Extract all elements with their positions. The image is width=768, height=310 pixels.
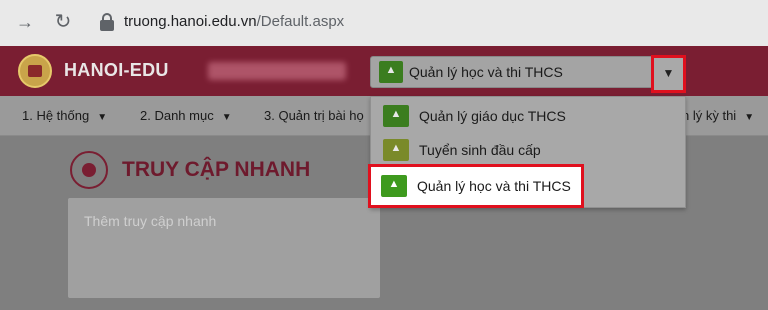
menu-item-quan-tri-bai-hoc[interactable]: 3. Quản trị bài họ: [264, 108, 364, 123]
menu-item-danh-muc[interactable]: 2. Danh mục ▼: [140, 108, 232, 123]
browser-toolbar: → ↻ truong.hanoi.edu.vn/Default.aspx: [0, 0, 768, 46]
lock-icon[interactable]: [100, 13, 114, 31]
caret-down-icon: ▼: [97, 112, 108, 123]
menu-item-quan-ly-ky-thi[interactable]: n lý kỳ thi ▼: [682, 108, 754, 123]
quick-access-icon: [70, 151, 108, 189]
url-path: /Default.aspx: [256, 13, 345, 30]
graduation-cap-icon: [383, 105, 409, 127]
reload-icon[interactable]: ↻: [52, 11, 74, 33]
graduation-cap-icon: [383, 139, 409, 161]
dropdown-option-tuyen-sinh[interactable]: Tuyển sinh đầu cấp: [371, 133, 685, 167]
caret-down-icon: ▼: [744, 112, 755, 123]
graduation-cap-icon: ▲: [379, 61, 403, 83]
forward-arrow-icon[interactable]: →: [14, 11, 36, 33]
module-dropdown-toggle-button[interactable]: ▼: [651, 55, 686, 93]
graduation-cap-icon: [381, 175, 407, 197]
dropdown-option-quan-ly-hoc-va-thi[interactable]: Quản lý học và thi THCS: [368, 164, 584, 208]
quick-access-title: TRUY CẬP NHANH: [122, 158, 311, 181]
redacted-school-name: [208, 62, 346, 80]
menu-item-he-thong[interactable]: 1. Hệ thống ▼: [22, 108, 107, 123]
url-domain: truong.hanoi.edu.vn: [124, 13, 257, 30]
dropdown-option-quan-ly-giao-duc[interactable]: Quản lý giáo dục THCS: [371, 99, 685, 133]
caret-down-icon: ▼: [221, 112, 232, 123]
module-select[interactable]: ▲ Quản lý học và thi THCS: [370, 56, 684, 88]
add-quick-access-placeholder[interactable]: Thêm truy cập nhanh: [84, 213, 216, 229]
module-select-value: Quản lý học và thi THCS: [409, 64, 563, 80]
caret-down-icon: ▼: [662, 66, 675, 80]
quick-access-panel[interactable]: Thêm truy cập nhanh: [68, 198, 380, 298]
address-bar-url[interactable]: truong.hanoi.edu.vn/Default.aspx: [124, 13, 344, 30]
brand-title[interactable]: HANOI-EDU: [64, 60, 169, 81]
hanoi-edu-logo-icon[interactable]: [18, 54, 52, 88]
